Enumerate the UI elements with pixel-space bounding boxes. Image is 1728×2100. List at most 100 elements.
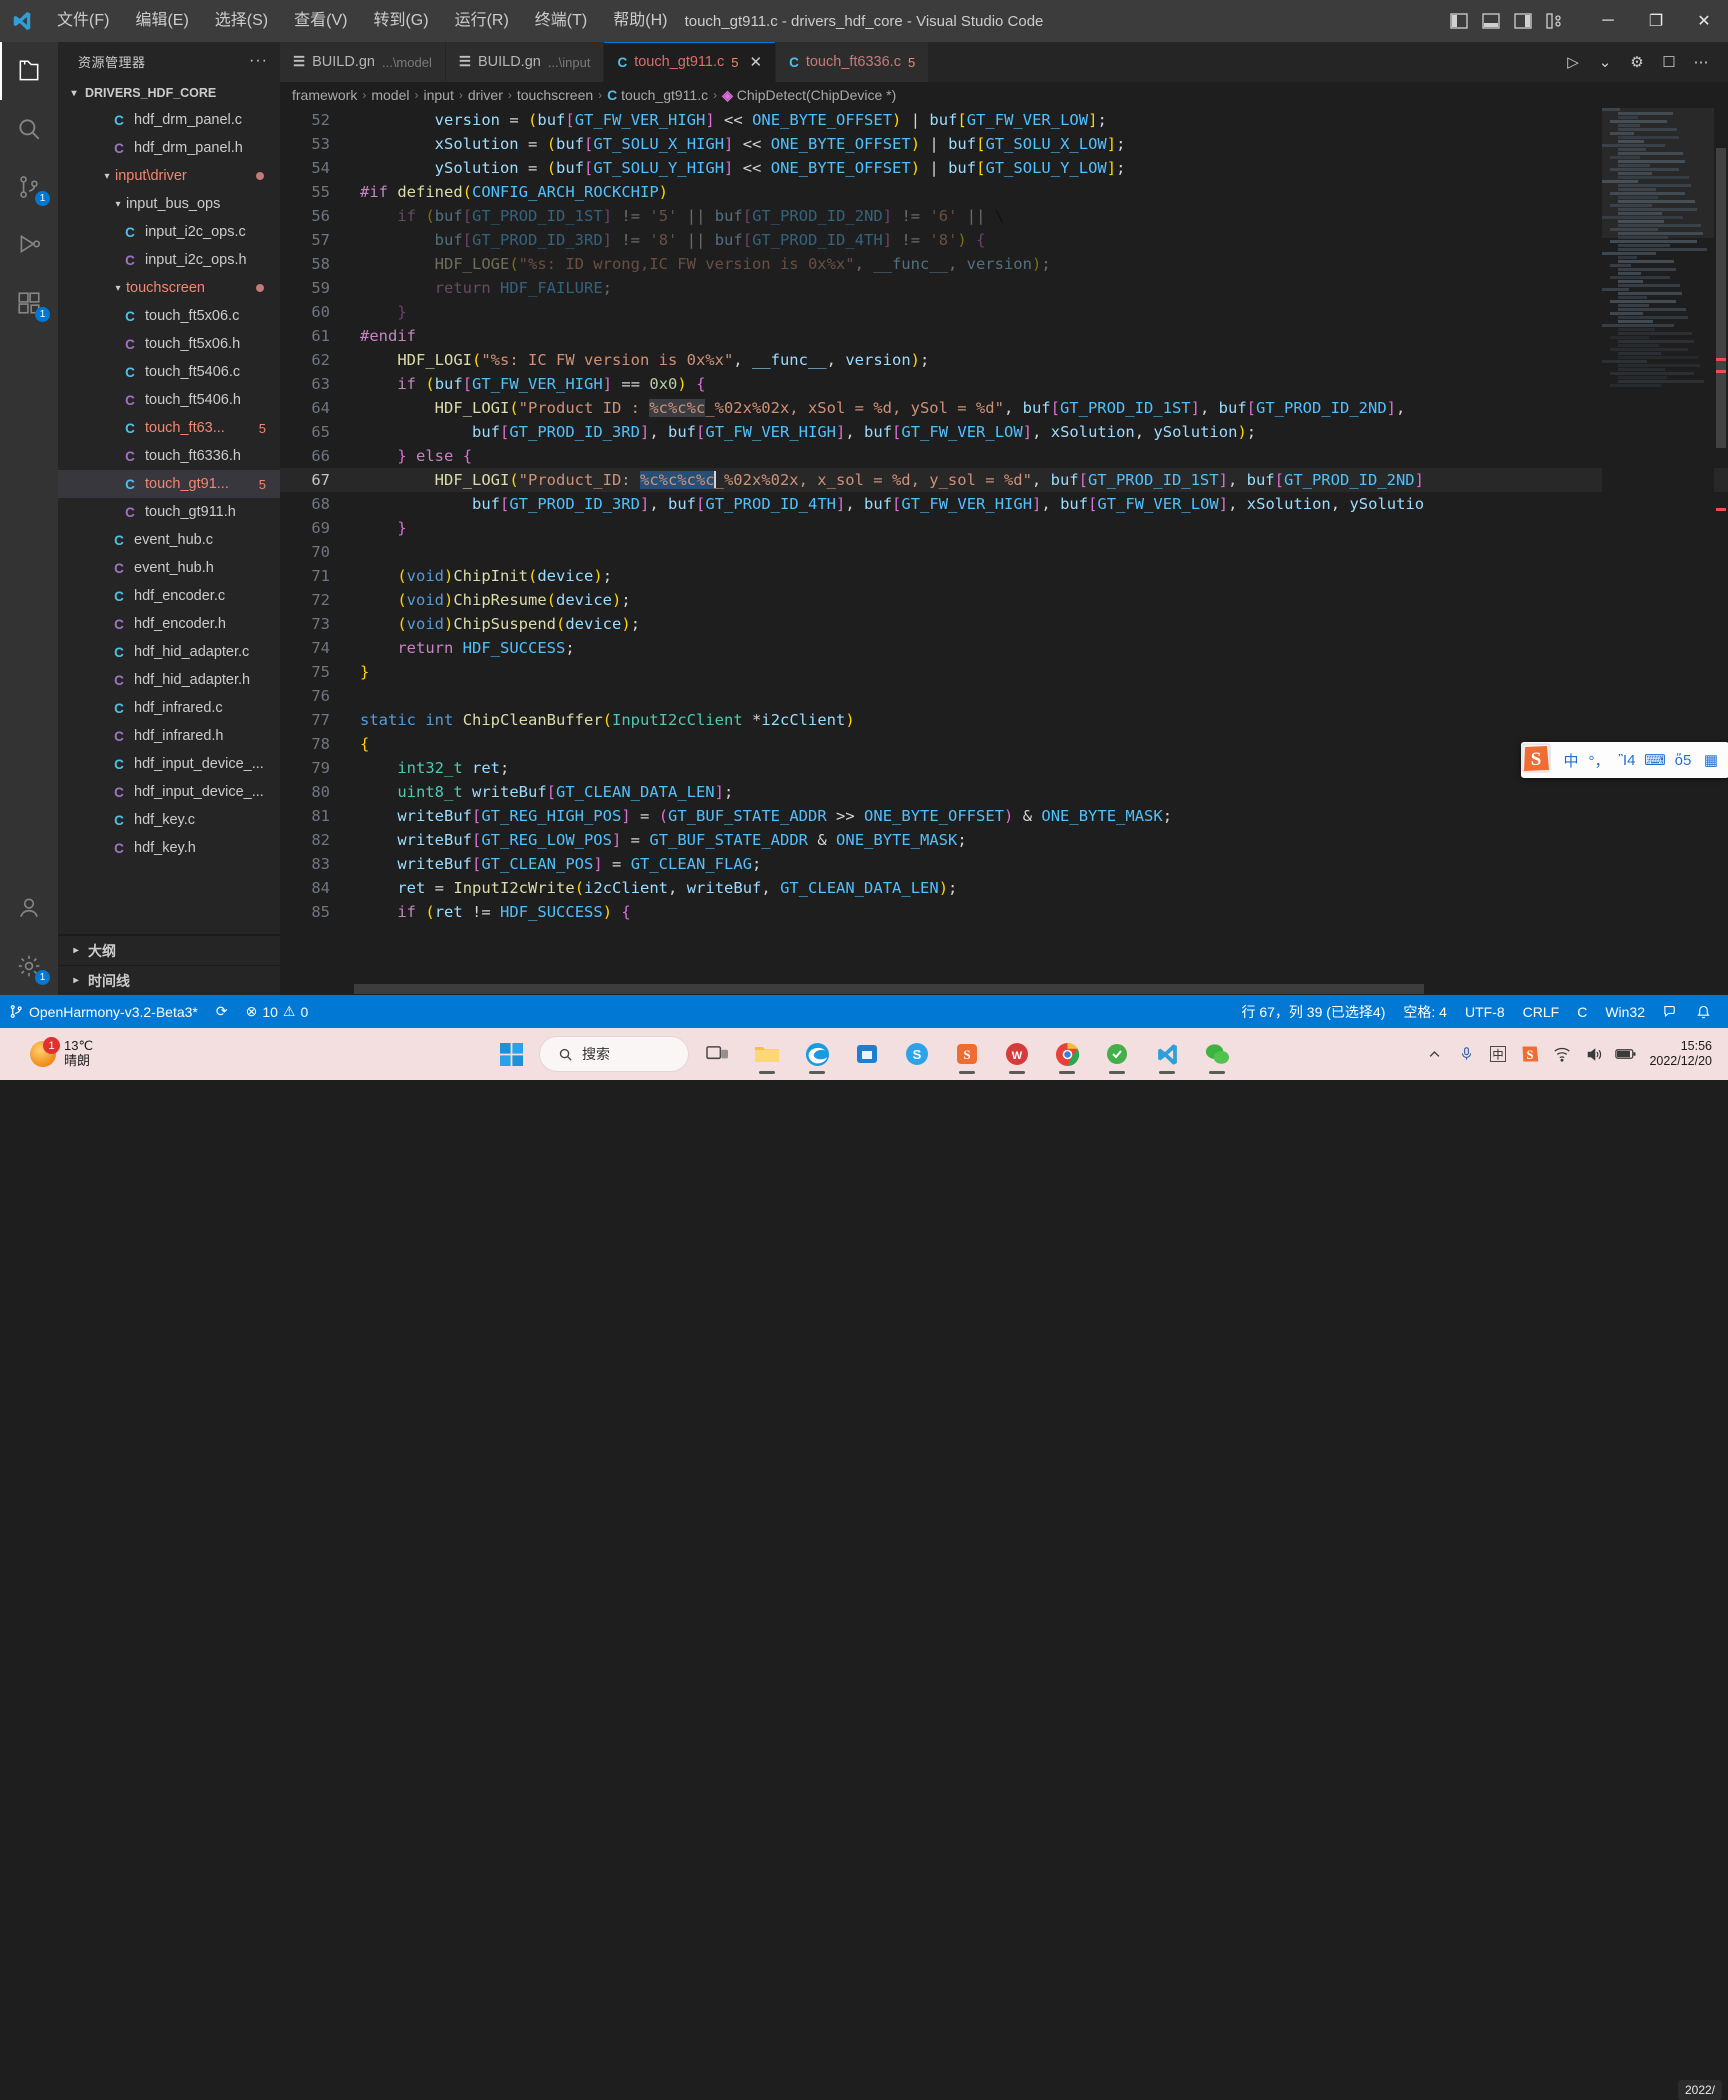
tab-close-icon[interactable]: ✕ xyxy=(749,53,762,71)
tree-item[interactable]: Chdf_encoder.h xyxy=(58,610,280,638)
status-problems[interactable]: ⊗ 10 ⚠ 0 xyxy=(237,995,318,1028)
status-branch[interactable]: OpenHarmony-v3.2-Beta3* xyxy=(0,995,207,1028)
breadcrumb-item[interactable]: C touch_gt911.c xyxy=(607,87,708,103)
code-line[interactable]: 83 writeBuf[GT_CLEAN_POS] = GT_CLEAN_FLA… xyxy=(280,852,1728,876)
code-line[interactable]: 69 } xyxy=(280,516,1728,540)
line-content[interactable]: } xyxy=(352,660,1728,684)
code-line[interactable]: 62 HDF_LOGI("%s: IC FW version is 0x%x",… xyxy=(280,348,1728,372)
code-line[interactable]: 67 HDF_LOGI("Product_ID: %c%c%c%c_%02x%0… xyxy=(280,468,1728,492)
microsoft-store-button[interactable] xyxy=(845,1032,889,1076)
sogou-ime-toolbar[interactable]: S 中 °， Ἲ4 ⌨ ὅ5 ▦ xyxy=(1521,742,1728,778)
editor-tab[interactable]: Ctouch_gt911.c 5 ✕ xyxy=(604,42,777,82)
microphone-icon[interactable] xyxy=(1451,1034,1481,1074)
taskbar-clock[interactable]: 15:56 2022/12/20 xyxy=(1643,1039,1722,1069)
breadcrumb-item[interactable]: touchscreen xyxy=(517,87,593,103)
line-content[interactable]: ret = InputI2cWrite(i2cClient, writeBuf,… xyxy=(352,876,1728,900)
tree-item[interactable]: Ctouch_ft63... 5 xyxy=(58,414,280,442)
tree-item[interactable]: Cinput_i2c_ops.c xyxy=(58,218,280,246)
toggle-secondary-sidebar-icon[interactable] xyxy=(1508,6,1538,36)
code-line[interactable]: 59 return HDF_FAILURE; xyxy=(280,276,1728,300)
line-content[interactable]: return HDF_SUCCESS; xyxy=(352,636,1728,660)
line-content[interactable]: return HDF_FAILURE; xyxy=(352,276,1728,300)
minimize-button[interactable]: ─ xyxy=(1584,0,1632,42)
code-line[interactable]: 74 return HDF_SUCCESS; xyxy=(280,636,1728,660)
editor-horizontal-scrollbar[interactable] xyxy=(280,983,1602,995)
code-line[interactable]: 72 (void)ChipResume(device); xyxy=(280,588,1728,612)
tree-item[interactable]: Chdf_input_device_... xyxy=(58,778,280,806)
code-line[interactable]: 57 buf[GT_PROD_ID_3RD] != '8' || buf[GT_… xyxy=(280,228,1728,252)
soft-keyboard-icon[interactable]: ⌨ xyxy=(1641,742,1669,778)
breadcrumb-item[interactable]: ◈ ChipDetect(ChipDevice *) xyxy=(722,87,896,104)
tree-item[interactable]: ▾ input\driver xyxy=(58,162,280,190)
tree-item[interactable]: ▾ touchscreen xyxy=(58,274,280,302)
tree-item[interactable]: Cevent_hub.h xyxy=(58,554,280,582)
line-content[interactable]: writeBuf[GT_CLEAN_POS] = GT_CLEAN_FLAG; xyxy=(352,852,1728,876)
activity-settings[interactable]: 1 xyxy=(0,937,58,995)
section-timeline[interactable]: ▸ 时间线 xyxy=(58,965,280,995)
line-content[interactable]: static int ChipCleanBuffer(InputI2cClien… xyxy=(352,708,1728,732)
tree-item[interactable]: Ctouch_ft5x06.h xyxy=(58,330,280,358)
code-line[interactable]: 53 xSolution = (buf[GT_SOLU_X_HIGH] << O… xyxy=(280,132,1728,156)
line-content[interactable]: buf[GT_PROD_ID_3RD], buf[GT_FW_VER_HIGH]… xyxy=(352,420,1728,444)
code-editor[interactable]: 52 version = (buf[GT_FW_VER_HIGH] << ONE… xyxy=(280,108,1728,995)
line-content[interactable]: version = (buf[GT_FW_VER_HIGH] << ONE_BY… xyxy=(352,108,1728,132)
workspace-root-row[interactable]: ▾ DRIVERS_HDF_CORE xyxy=(58,80,280,106)
code-line[interactable]: 58 HDF_LOGE("%s: ID wrong,IC FW version … xyxy=(280,252,1728,276)
tree-item[interactable]: ▾ input_bus_ops xyxy=(58,190,280,218)
app-green-button[interactable] xyxy=(1095,1032,1139,1076)
explorer-more-icon[interactable]: ··· xyxy=(249,52,268,70)
tree-item[interactable]: Chdf_key.h xyxy=(58,834,280,862)
activity-accounts[interactable] xyxy=(0,879,58,937)
breadcrumb-item[interactable]: framework xyxy=(292,87,357,103)
line-content[interactable]: } xyxy=(352,300,1728,324)
minimap[interactable] xyxy=(1602,108,1714,995)
line-content[interactable]: writeBuf[GT_REG_HIGH_POS] = (GT_BUF_STAT… xyxy=(352,804,1728,828)
line-content[interactable] xyxy=(352,540,1728,564)
file-tree[interactable]: Chdf_drm_panel.c Chdf_drm_panel.h ▾ input\d… xyxy=(58,106,280,934)
tree-item[interactable]: Ctouch_ft5406.h xyxy=(58,386,280,414)
code-line[interactable]: 73 (void)ChipSuspend(device); xyxy=(280,612,1728,636)
activity-search[interactable] xyxy=(0,100,58,158)
activity-extensions[interactable]: 1 xyxy=(0,274,58,332)
code-line[interactable]: 77 static int ChipCleanBuffer(InputI2cCli… xyxy=(280,708,1728,732)
code-line[interactable]: 79 int32_t ret; xyxy=(280,756,1728,780)
tree-item[interactable]: Cinput_i2c_ops.h xyxy=(58,246,280,274)
line-content[interactable]: } else { xyxy=(352,444,1728,468)
status-notifications[interactable] xyxy=(1687,995,1720,1028)
code-line[interactable]: 66 } else { xyxy=(280,444,1728,468)
battery-icon[interactable] xyxy=(1611,1034,1641,1074)
line-content[interactable]: } xyxy=(352,516,1728,540)
run-or-debug[interactable]: ▷ xyxy=(1558,47,1588,77)
menu-help[interactable]: 帮助(H) xyxy=(600,0,680,42)
line-content[interactable]: ySolution = (buf[GT_SOLU_Y_HIGH] << ONE_… xyxy=(352,156,1728,180)
line-content[interactable]: #if defined(CONFIG_ARCH_ROCKCHIP) xyxy=(352,180,1728,204)
code-line[interactable]: 81 writeBuf[GT_REG_HIGH_POS] = (GT_BUF_S… xyxy=(280,804,1728,828)
voice-input-icon[interactable]: Ἲ4 xyxy=(1613,742,1641,778)
taskbar-weather-widget[interactable]: 1 13℃ 晴朗 xyxy=(0,1037,93,1069)
status-sync[interactable]: ⟳ xyxy=(207,995,237,1028)
task-view-button[interactable] xyxy=(695,1032,739,1076)
line-content[interactable]: if (ret != HDF_SUCCESS) { xyxy=(352,900,1728,924)
line-content[interactable]: if (buf[GT_FW_VER_HIGH] == 0x0) { xyxy=(352,372,1728,396)
menu-selection[interactable]: 选择(S) xyxy=(202,0,281,42)
code-line[interactable]: 76 xyxy=(280,684,1728,708)
tree-item[interactable]: Chdf_input_device_... xyxy=(58,750,280,778)
line-content[interactable]: (void)ChipResume(device); xyxy=(352,588,1728,612)
code-line[interactable]: 60 } xyxy=(280,300,1728,324)
split-editor-icon[interactable]: ☐ xyxy=(1654,47,1684,77)
ime-chinese-icon[interactable]: 中 xyxy=(1483,1034,1513,1074)
code-line[interactable]: 85 if (ret != HDF_SUCCESS) { xyxy=(280,900,1728,924)
customize-layout-icon[interactable] xyxy=(1540,6,1570,36)
tree-item[interactable]: Ctouch_gt91... 5 xyxy=(58,470,280,498)
code-line[interactable]: 82 writeBuf[GT_REG_LOW_POS] = GT_BUF_STA… xyxy=(280,828,1728,852)
code-line[interactable]: 71 (void)ChipInit(device); xyxy=(280,564,1728,588)
breadcrumb-item[interactable]: model xyxy=(371,87,409,103)
code-line[interactable]: 52 version = (buf[GT_FW_VER_HIGH] << ONE… xyxy=(280,108,1728,132)
status-editor-position[interactable]: 行 67，列 39 (已选择4) xyxy=(1232,995,1394,1028)
tree-item[interactable]: Chdf_hid_adapter.c xyxy=(58,638,280,666)
wechat-button[interactable] xyxy=(1195,1032,1239,1076)
skin-icon[interactable]: ὅ5 xyxy=(1669,742,1697,778)
status-encoding[interactable]: UTF-8 xyxy=(1456,995,1514,1028)
line-content[interactable]: HDF_LOGI("Product ID : %c%c%c_%02x%02x, … xyxy=(352,396,1728,420)
line-content[interactable]: HDF_LOGE("%s: ID wrong,IC FW version is … xyxy=(352,252,1728,276)
